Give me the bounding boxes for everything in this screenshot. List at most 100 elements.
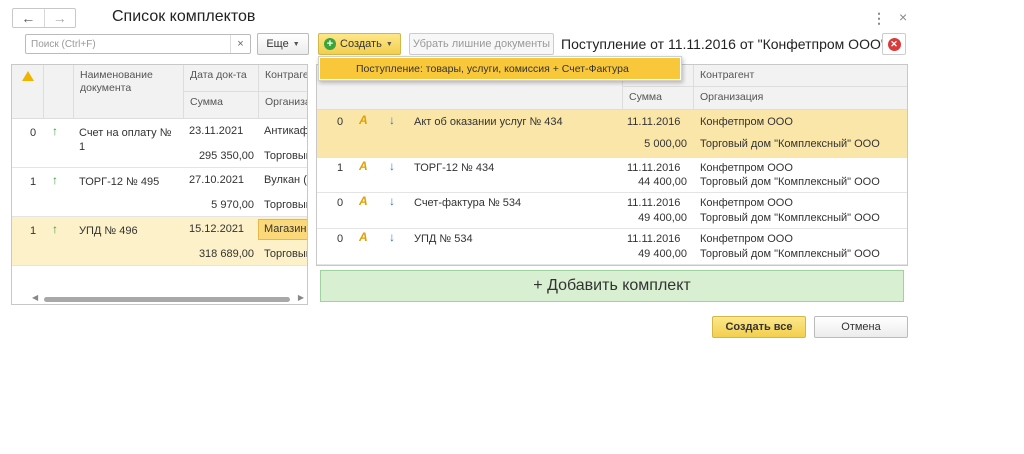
document-date: 11.11.2016 xyxy=(627,116,681,128)
header-sum[interactable]: Сумма xyxy=(623,87,694,110)
organization: Торговый xyxy=(264,199,308,211)
table-row-selected[interactable]: 1 ↑ УПД № 496 15.12.2021 318 689,00 Мага… xyxy=(12,217,307,266)
document-title: Поступление от 11.11.2016 от "Конфетпром… xyxy=(561,36,886,52)
clear-search-icon[interactable]: × xyxy=(230,35,250,53)
table-row[interactable]: 1 ↑ ТОРГ-12 № 495 27.10.2021 5 970,00 Ву… xyxy=(12,168,307,217)
down-arrow-icon: ↓ xyxy=(389,113,395,127)
document-date: 15.12.2021 xyxy=(189,223,245,235)
search-input[interactable] xyxy=(26,35,230,53)
document-date: 27.10.2021 xyxy=(189,174,245,186)
horizontal-scrollbar[interactable]: ◀ ▶ xyxy=(32,293,304,302)
scroll-left-icon[interactable]: ◀ xyxy=(32,293,38,302)
kits-list-table: Наименование документа Дата док-та Сумма… xyxy=(11,64,308,305)
down-arrow-icon: ↓ xyxy=(389,230,395,244)
document-name: Акт об оказании услуг № 434 xyxy=(414,116,563,128)
remove-extra-documents-button[interactable]: Убрать лишние документы xyxy=(409,33,554,55)
down-arrow-icon: ↓ xyxy=(389,159,395,173)
document-name: ТОРГ-12 № 434 xyxy=(414,162,495,174)
table-row-selected[interactable]: 0 A ↓ Акт об оказании услуг № 434 11.11.… xyxy=(317,110,907,158)
up-arrow-icon: ↑ xyxy=(52,124,58,138)
document-sum: 44 400,00 xyxy=(638,176,687,188)
more-button[interactable]: Еще ▼ xyxy=(257,33,309,55)
create-button[interactable]: + Создать ▼ xyxy=(318,33,401,55)
table-row[interactable]: 1 A ↓ ТОРГ-12 № 434 11.11.2016 44 400,00… xyxy=(317,158,907,193)
document-sum: 49 400,00 xyxy=(638,212,687,224)
scrollbar-thumb[interactable] xyxy=(44,297,290,302)
up-arrow-icon: ↑ xyxy=(52,173,58,187)
close-icon[interactable]: × xyxy=(899,9,907,25)
counterparty: Магазин xyxy=(264,223,307,235)
add-kit-button[interactable]: + Добавить комплект xyxy=(320,270,904,302)
edit-icon: A xyxy=(359,159,368,173)
window-title: Список комплектов xyxy=(112,8,256,25)
header-counterparty[interactable]: Контраге xyxy=(259,65,307,92)
more-button-label: Еще xyxy=(266,38,289,50)
counterparty: Конфетпром ООО xyxy=(700,197,793,209)
menu-item-receipt-with-invoice[interactable]: Поступление: товары, услуги, комиссия + … xyxy=(320,58,680,79)
table-row[interactable]: 0 A ↓ Счет-фактура № 534 11.11.2016 49 4… xyxy=(317,193,907,229)
document-name: ТОРГ-12 № 495 xyxy=(79,176,160,188)
search-field: × xyxy=(25,34,251,54)
document-date: 23.11.2021 xyxy=(189,125,244,137)
down-arrow-icon: ↓ xyxy=(389,194,395,208)
row-count: 1 xyxy=(30,176,37,188)
row-count: 0 xyxy=(337,197,344,209)
warning-icon xyxy=(21,71,34,81)
header-document-date[interactable]: Дата док-та xyxy=(184,65,259,92)
document-sum: 5 970,00 xyxy=(211,199,254,211)
row-count: 0 xyxy=(337,116,344,128)
row-count: 1 xyxy=(30,225,37,237)
document-name: УПД № 496 xyxy=(79,225,138,237)
table-row[interactable]: 0 A ↓ УПД № 534 11.11.2016 49 400,00 Кон… xyxy=(317,229,907,265)
table-row[interactable]: 0 ↑ Счет на оплату № 1 23.11.2021 295 35… xyxy=(12,119,307,168)
chevron-down-icon: ▼ xyxy=(292,40,300,48)
header-warning[interactable] xyxy=(12,65,44,119)
document-name: УПД № 534 xyxy=(414,233,473,245)
cancel-button[interactable]: Отмена xyxy=(814,316,908,338)
document-date: 11.11.2016 xyxy=(627,197,681,209)
row-count: 1 xyxy=(337,162,344,174)
counterparty: Конфетпром ООО xyxy=(700,162,793,174)
header-organization[interactable]: Организация xyxy=(694,87,907,110)
organization: Торговый xyxy=(264,248,308,260)
header-counterparty[interactable]: Контрагент xyxy=(694,65,907,87)
scroll-right-icon[interactable]: ▶ xyxy=(298,293,304,302)
organization: Торговый дом "Комплексный" ООО xyxy=(700,248,880,260)
document-sum: 295 350,00 xyxy=(198,150,254,162)
document-name: Счет-фактура № 534 xyxy=(414,197,522,209)
up-arrow-icon: ↑ xyxy=(52,222,58,236)
header-blank xyxy=(44,65,74,119)
create-all-button[interactable]: Создать все xyxy=(712,316,806,338)
document-date: 11.11.2016 xyxy=(627,162,681,174)
chevron-down-icon: ▼ xyxy=(385,40,393,48)
document-sum: 318 689,00 xyxy=(198,248,254,260)
organization: Торговый дом "Комплексный" ООО xyxy=(700,138,880,150)
header-document-name[interactable]: Наименование документа xyxy=(74,65,184,119)
document-sum: 5 000,00 xyxy=(644,138,687,150)
more-menu-icon[interactable]: ⋮ xyxy=(872,10,886,27)
counterparty: Вулкан ( xyxy=(264,174,307,186)
delete-icon: ✕ xyxy=(887,37,901,51)
create-dropdown-menu: Поступление: товары, услуги, комиссия + … xyxy=(318,56,682,81)
row-count: 0 xyxy=(337,233,344,245)
edit-icon: A xyxy=(359,230,368,244)
counterparty: Конфетпром ООО xyxy=(700,233,793,245)
header-organization[interactable]: Организа xyxy=(259,92,307,119)
create-button-label: Создать xyxy=(340,38,382,50)
counterparty: Конфетпром ООО xyxy=(700,116,793,128)
counterparty: Антикафе xyxy=(264,125,308,137)
navigation-buttons: ← → xyxy=(12,8,76,28)
edit-icon: A xyxy=(359,113,368,127)
row-count: 0 xyxy=(30,127,37,139)
organization: Торговый дом "Комплексный" ООО xyxy=(700,176,880,188)
edit-icon: A xyxy=(359,194,368,208)
back-arrow-icon[interactable]: ← xyxy=(13,9,44,27)
forward-arrow-icon[interactable]: → xyxy=(43,9,76,27)
document-sum: 49 400,00 xyxy=(638,248,687,260)
document-name: Счет на оплату № 1 xyxy=(79,127,172,153)
delete-button[interactable]: ✕ xyxy=(882,33,906,55)
document-date: 11.11.2016 xyxy=(627,233,681,245)
organization: Торговый xyxy=(264,150,308,162)
kit-documents-table: Сумма Контрагент Организация 0 A ↓ Акт о… xyxy=(316,64,908,266)
header-sum[interactable]: Сумма xyxy=(184,92,259,119)
